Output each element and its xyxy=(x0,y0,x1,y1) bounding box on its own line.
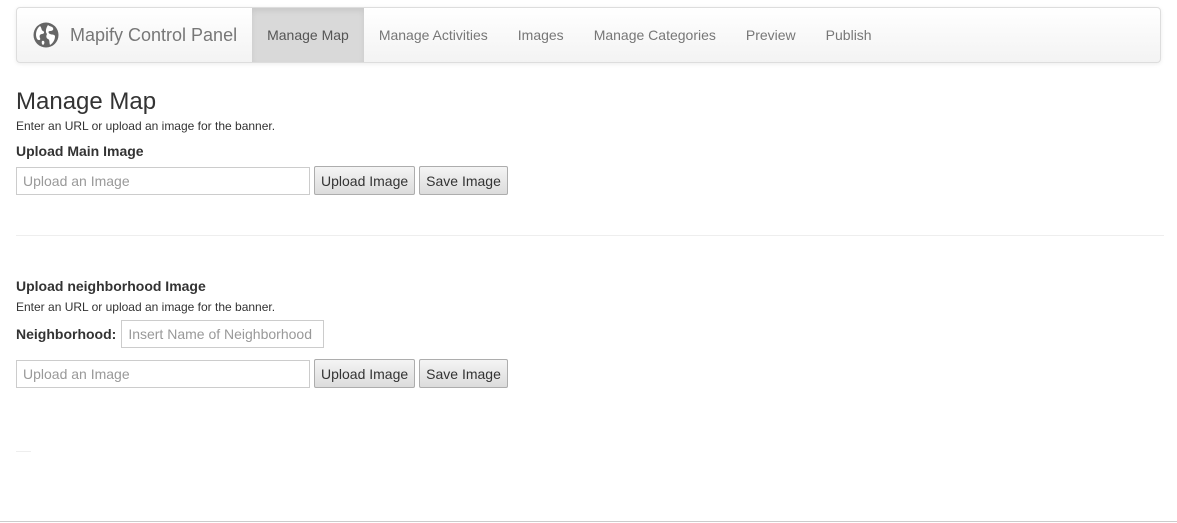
page-help-text: Enter an URL or upload an image for the … xyxy=(16,119,276,133)
nav-item-manage-map[interactable]: Manage Map xyxy=(252,8,364,62)
neighborhood-name-input[interactable] xyxy=(121,320,325,348)
section-divider xyxy=(16,235,1164,236)
neighborhood-image-label: Upload neighborhood Image xyxy=(16,278,206,294)
main-nav: Manage Map Manage Activities Images Mana… xyxy=(252,8,887,62)
main-image-url-input[interactable] xyxy=(16,166,310,195)
nav-item-manage-activities[interactable]: Manage Activities xyxy=(364,8,503,62)
nav-item-publish[interactable]: Publish xyxy=(811,8,887,62)
main-content: Manage Map Enter an URL or upload an ima… xyxy=(16,87,1164,388)
page-title: Manage Map xyxy=(16,88,157,115)
brand-title: Mapify Control Panel xyxy=(70,24,238,45)
neighborhood-image-row: Upload Image Save Image xyxy=(16,359,1164,388)
top-navbar: Mapify Control Panel Manage Map Manage A… xyxy=(16,7,1161,63)
neighborhood-name-row: Neighborhood: xyxy=(16,320,1164,348)
main-image-row: Upload Image Save Image xyxy=(16,166,1164,195)
neighborhood-upload-image-button[interactable]: Upload Image xyxy=(314,359,416,388)
main-save-image-button[interactable]: Save Image xyxy=(419,166,508,195)
globe-icon xyxy=(33,22,59,48)
neighborhood-image-url-input[interactable] xyxy=(16,359,310,388)
nav-item-manage-categories[interactable]: Manage Categories xyxy=(579,8,731,62)
window-bottom-border xyxy=(0,521,1177,522)
nav-item-images[interactable]: Images xyxy=(503,8,579,62)
neighborhood-help-text: Enter an URL or upload an image for the … xyxy=(16,300,276,314)
main-image-label: Upload Main Image xyxy=(16,143,144,159)
neighborhood-save-image-button[interactable]: Save Image xyxy=(419,359,508,388)
neighborhood-name-label: Neighborhood: xyxy=(16,326,117,342)
nav-item-preview[interactable]: Preview xyxy=(731,8,811,62)
trailing-divider xyxy=(16,451,31,452)
main-upload-image-button[interactable]: Upload Image xyxy=(314,166,416,195)
brand-link[interactable]: Mapify Control Panel xyxy=(17,8,252,62)
